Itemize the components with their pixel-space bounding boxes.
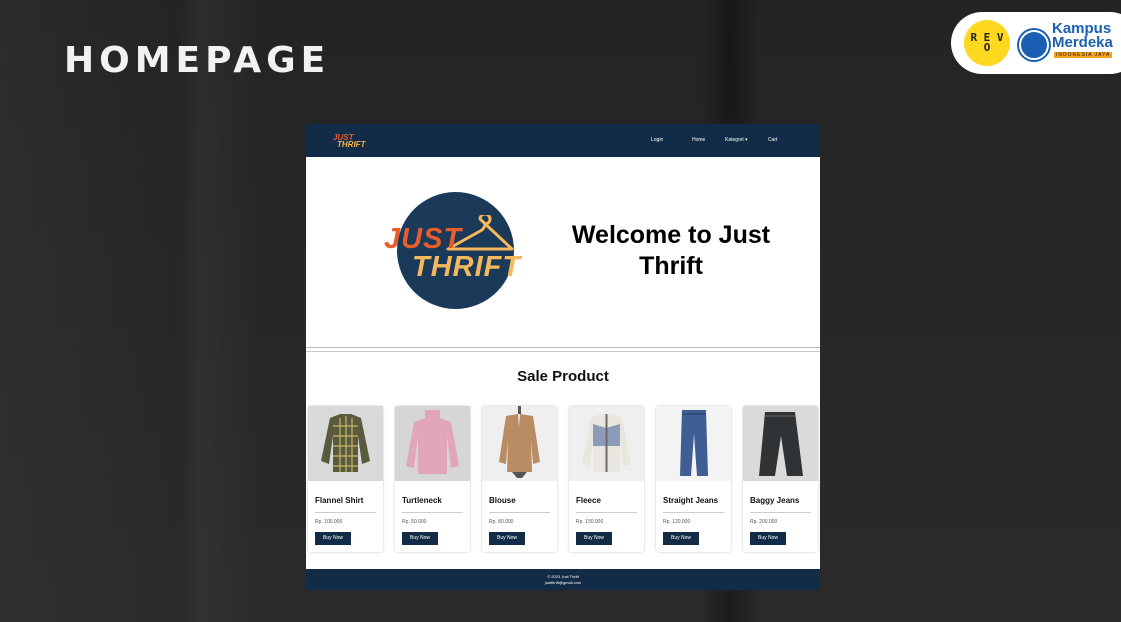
product-divider: [663, 512, 724, 513]
product-price: Rp. 100.000: [315, 519, 343, 525]
straight-jeans-icon: [656, 406, 731, 481]
slide-title: HOMEPAGE: [64, 40, 331, 81]
product-price: Rp. 80.000: [489, 519, 514, 525]
buy-now-button[interactable]: Buy Now: [402, 532, 438, 545]
footer-email: justthrift@gmail.com: [544, 580, 582, 585]
website-mockup: JUST THRIFT Login Home Kategori ▾ Cart J…: [306, 124, 820, 590]
hero-welcome-heading: Welcome to Just Thrift: [571, 221, 771, 280]
product-price: Rp. 50.000: [402, 519, 427, 525]
product-divider: [576, 512, 637, 513]
product-divider: [402, 512, 463, 513]
product-card[interactable]: Fleece Rp. 150.000 Buy Now: [569, 406, 644, 552]
product-divider: [315, 512, 376, 513]
footer-copyright: © 2023 Just Thrift: [547, 574, 579, 579]
fleece-jacket-icon: [569, 406, 644, 481]
revo-logo: R E V O: [964, 20, 1010, 66]
nav-login-link[interactable]: Login: [651, 137, 663, 143]
sale-product-heading: Sale Product: [517, 368, 609, 385]
turtleneck-icon: [395, 406, 470, 481]
flannel-shirt-icon: [308, 406, 383, 481]
product-card[interactable]: Flannel Shirt Rp. 100.000 Buy Now: [308, 406, 383, 552]
blouse-icon: [482, 406, 557, 481]
product-card[interactable]: Turtleneck Rp. 50.000 Buy Now: [395, 406, 470, 552]
product-name: Straight Jeans: [663, 496, 719, 505]
navbar-brand-line2: THRIFT: [337, 140, 366, 149]
hero-logo-line1: JUST: [384, 223, 463, 255]
buy-now-button[interactable]: Buy Now: [663, 532, 699, 545]
product-price: Rp. 120.000: [663, 519, 691, 525]
hero-logo-line2: THRIFT: [412, 251, 522, 283]
product-divider: [489, 512, 550, 513]
product-price: Rp. 200.000: [750, 519, 778, 525]
product-name: Turtleneck: [402, 496, 442, 505]
product-divider: [750, 512, 811, 513]
kampus-merdeka-tagline: INDONESIA JAYA: [1054, 52, 1113, 58]
nav-cart-link[interactable]: Cart: [768, 137, 777, 143]
kampus-merdeka-logo-text: Kampus Merdeka: [1052, 20, 1113, 51]
buy-now-button[interactable]: Buy Now: [315, 532, 351, 545]
navbar-brand-logo[interactable]: JUST THRIFT: [333, 134, 366, 149]
product-card[interactable]: Blouse Rp. 80.000 Buy Now: [482, 406, 557, 552]
product-name: Baggy Jeans: [750, 496, 800, 505]
product-name: Fleece: [576, 496, 601, 505]
hero-brand-logo: JUST THRIFT: [384, 223, 522, 283]
section-divider: [306, 347, 820, 352]
buy-now-button[interactable]: Buy Now: [489, 532, 525, 545]
buy-now-button[interactable]: Buy Now: [576, 532, 612, 545]
navbar: JUST THRIFT Login Home Kategori ▾ Cart: [306, 124, 820, 157]
product-name: Flannel Shirt: [315, 496, 364, 505]
buy-now-button[interactable]: Buy Now: [750, 532, 786, 545]
baggy-jeans-icon: [743, 406, 818, 481]
nav-kategori-dropdown[interactable]: Kategori ▾: [725, 137, 748, 143]
hero-section: JUST THRIFT Welcome to Just Thrift: [306, 157, 820, 347]
site-footer: © 2023 Just Thrift justthrift@gmail.com: [306, 569, 820, 590]
product-card[interactable]: Baggy Jeans Rp. 200.000 Buy Now: [743, 406, 818, 552]
product-name: Blouse: [489, 496, 516, 505]
kampus-merdeka-emblem-icon: [1019, 30, 1049, 60]
nav-home-link[interactable]: Home: [692, 137, 705, 143]
product-price: Rp. 150.000: [576, 519, 604, 525]
product-card[interactable]: Straight Jeans Rp. 120.000 Buy Now: [656, 406, 731, 552]
